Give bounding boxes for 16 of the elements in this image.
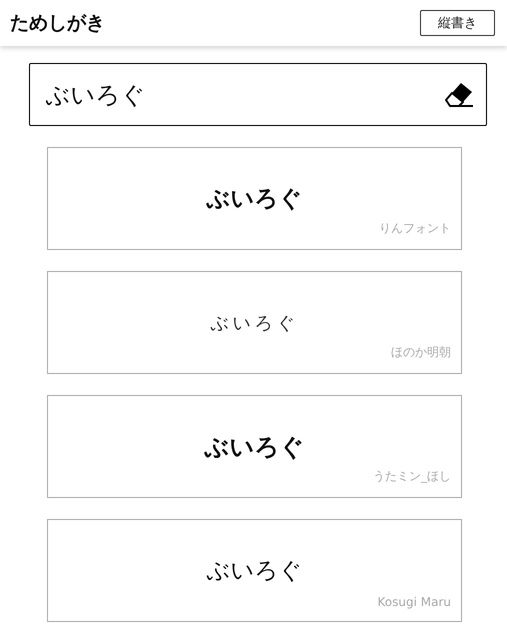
- font-name: ほのか明朝: [391, 344, 451, 361]
- font-name: Kosugi Maru: [378, 595, 451, 609]
- font-sample-card[interactable]: ぶいろぐ うたミン_ほし: [47, 395, 462, 498]
- font-sample-card[interactable]: ぶいろぐ Kosugi Maru: [47, 519, 462, 622]
- sample-text: ぶいろぐ: [206, 557, 302, 586]
- eraser-icon[interactable]: [442, 80, 474, 108]
- sample-text: ぶいろぐ: [204, 432, 304, 462]
- text-input-field[interactable]: ぶいろぐ: [28, 63, 486, 126]
- vertical-writing-button[interactable]: 縦書き: [420, 10, 495, 36]
- font-sample-card[interactable]: ぶいろぐ ほのか明朝: [47, 271, 462, 374]
- sample-text: ぶいろぐ: [210, 312, 298, 334]
- font-name: りんフォント: [379, 220, 451, 237]
- app-title: ためしがき: [10, 11, 105, 36]
- font-name: うたミン_ほし: [373, 468, 451, 485]
- sample-text: ぶいろぐ: [206, 185, 302, 214]
- font-sample-card[interactable]: ぶいろぐ りんフォント: [47, 147, 462, 250]
